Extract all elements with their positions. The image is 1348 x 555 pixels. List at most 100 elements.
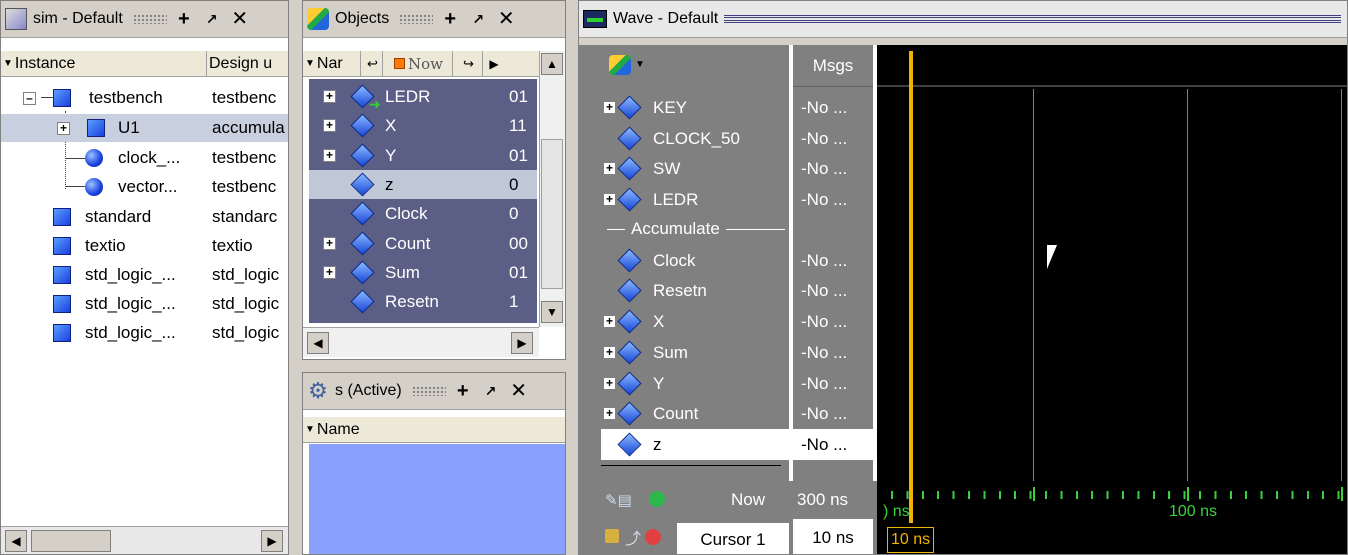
expand-icon[interactable]: +: [603, 346, 616, 359]
sim-grip[interactable]: [132, 14, 167, 24]
instance-row-std-logic-2[interactable]: std_logic_... std_logic: [1, 290, 288, 318]
objects-dropdown-icon[interactable]: [609, 55, 631, 75]
instance-row-std-logic-3[interactable]: std_logic_... std_logic: [1, 319, 288, 347]
scroll-right-icon[interactable]: ▶: [261, 530, 283, 552]
expand-icon[interactable]: +: [323, 149, 336, 162]
signal-icon: [350, 143, 375, 168]
lock-icon[interactable]: [605, 529, 619, 543]
expand-icon[interactable]: +: [603, 193, 616, 206]
timeline-label-100: 100 ns: [1169, 503, 1218, 520]
expand-icon[interactable]: +: [603, 407, 616, 420]
wave-signal-sum[interactable]: + Sum: [601, 337, 789, 368]
timeline-major-tick: [1341, 487, 1343, 501]
objects-horizontal-scrollbar[interactable]: ◀ ▶: [303, 327, 539, 357]
objects-close-icon[interactable]: ✕: [495, 8, 517, 30]
back-icon[interactable]: ↩: [361, 51, 383, 76]
delete-cursor-icon[interactable]: [645, 529, 661, 545]
sim-horizontal-scrollbar[interactable]: ◀ ▶: [1, 526, 288, 554]
objects-grip[interactable]: [399, 14, 434, 24]
wrench-icon[interactable]: ⤴: [625, 525, 641, 549]
instance-row-std-logic-1[interactable]: std_logic_... std_logic: [1, 261, 288, 289]
wave-signal-resetn[interactable]: Resetn: [601, 275, 789, 306]
instance-row-clock[interactable]: clock_... testbenc: [1, 144, 288, 172]
cursor-line[interactable]: [909, 51, 913, 481]
expand-icon[interactable]: +: [603, 162, 616, 175]
sim-undock-icon[interactable]: ↗: [201, 8, 223, 30]
instance-row-textio[interactable]: textio textio: [1, 232, 288, 260]
expand-icon[interactable]: +: [603, 315, 616, 328]
design-unit-column-header[interactable]: Design u: [207, 51, 288, 76]
name-column-header[interactable]: ▼ Nar: [303, 51, 361, 76]
instance-row-standard[interactable]: standard standarc: [1, 203, 288, 231]
objects-undock-icon[interactable]: ↗: [467, 8, 489, 30]
wave-tools-icons[interactable]: ✎▤: [605, 491, 632, 509]
collapse-icon[interactable]: –: [23, 91, 36, 105]
sim-titlebar[interactable]: sim - Default + ↗ ✕: [1, 1, 288, 38]
processes-grip[interactable]: [411, 386, 446, 396]
processes-titlebar[interactable]: ⚙ s (Active) + ↗ ✕: [303, 373, 565, 410]
wave-signal-ledr[interactable]: + LEDR: [601, 184, 789, 215]
object-row-x[interactable]: + X 11: [309, 111, 537, 140]
dropdown-arrow-icon[interactable]: ▼: [635, 59, 645, 70]
design-unit: testbenc: [212, 88, 277, 107]
cursor-label-box[interactable]: Cursor 1: [677, 523, 789, 554]
forward-icon[interactable]: ↪: [453, 51, 483, 76]
grid-line: [1033, 89, 1034, 481]
object-row-z[interactable]: z 0: [309, 170, 537, 199]
wave-signal-clock50[interactable]: CLOCK_50: [601, 123, 789, 154]
wave-signal-sw[interactable]: + SW: [601, 153, 789, 184]
scroll-down-icon[interactable]: ▼: [541, 301, 563, 323]
wave-signal-x[interactable]: + X: [601, 306, 789, 337]
scroll-right-icon[interactable]: ▶: [511, 332, 533, 354]
processes-close-icon[interactable]: ✕: [508, 380, 530, 402]
scroll-left-icon[interactable]: ◀: [5, 530, 27, 552]
expand-icon[interactable]: +: [603, 101, 616, 114]
objects-titlebar[interactable]: Objects + ↗ ✕: [303, 1, 565, 38]
msg-key: -No ...: [801, 97, 848, 117]
object-row-count[interactable]: + Count 00: [309, 229, 537, 258]
cursor-row[interactable]: ⤴ Cursor 1: [579, 519, 789, 554]
process-name-column-header[interactable]: ▼ Name: [303, 417, 565, 442]
objects-add-icon[interactable]: +: [439, 8, 461, 30]
object-row-ledr[interactable]: + ➜ LEDR 01: [309, 82, 537, 112]
processes-add-icon[interactable]: +: [452, 380, 474, 402]
object-name: Y: [385, 145, 397, 165]
objects-vertical-scrollbar[interactable]: ▲ ▼: [539, 51, 565, 327]
expand-icon[interactable]: +: [323, 90, 336, 103]
expand-icon[interactable]: +: [323, 266, 336, 279]
wave-signal-count[interactable]: + Count: [601, 398, 789, 429]
scroll-up-icon[interactable]: ▲: [541, 53, 563, 75]
object-row-sum[interactable]: + Sum 01: [309, 258, 537, 287]
wave-titlebar[interactable]: Wave - Default: [579, 1, 1347, 38]
now-button[interactable]: Now: [383, 51, 453, 76]
expand-icon[interactable]: +: [323, 119, 336, 132]
wave-signal-key[interactable]: + KEY: [601, 92, 789, 123]
scroll-left-icon[interactable]: ◀: [307, 332, 329, 354]
msg-y: -No ...: [801, 373, 848, 393]
expand-icon[interactable]: +: [57, 121, 70, 135]
zoom-icon[interactable]: [649, 491, 665, 507]
instance-row-u1[interactable]: + U1 accumula: [1, 114, 288, 142]
processes-undock-icon[interactable]: ↗: [480, 380, 502, 402]
wave-signal-y[interactable]: + Y: [601, 368, 789, 399]
objects-scroll-thumb[interactable]: [541, 139, 563, 289]
object-row-resetn[interactable]: Resetn 1: [309, 287, 537, 316]
wave-group-divider[interactable]: Accumulate: [601, 215, 789, 243]
object-row-clock[interactable]: Clock 0: [309, 199, 537, 228]
instance-column-header[interactable]: ▼ Instance: [1, 51, 207, 76]
msgs-header: Msgs: [793, 45, 873, 87]
more-columns-icon[interactable]: ▶: [483, 51, 503, 76]
object-row-y[interactable]: + Y 01: [309, 141, 537, 170]
sim-add-icon[interactable]: +: [173, 8, 195, 30]
wave-signal-z[interactable]: z: [601, 429, 789, 460]
expand-icon[interactable]: +: [323, 237, 336, 250]
instance-row-vector[interactable]: vector... testbenc: [1, 173, 288, 201]
sim-scroll-thumb[interactable]: [31, 530, 111, 552]
timeline-ruler[interactable]: ) ns 100 ns 10 ns: [877, 481, 1347, 554]
wave-signal-clock[interactable]: Clock: [601, 245, 789, 276]
waveform-canvas[interactable]: [877, 45, 1347, 481]
expand-icon[interactable]: +: [603, 377, 616, 390]
sim-close-icon[interactable]: ✕: [229, 8, 251, 30]
instance-row-testbench[interactable]: – testbench testbenc: [1, 84, 288, 112]
cursor-time-tag[interactable]: 10 ns: [887, 527, 935, 553]
